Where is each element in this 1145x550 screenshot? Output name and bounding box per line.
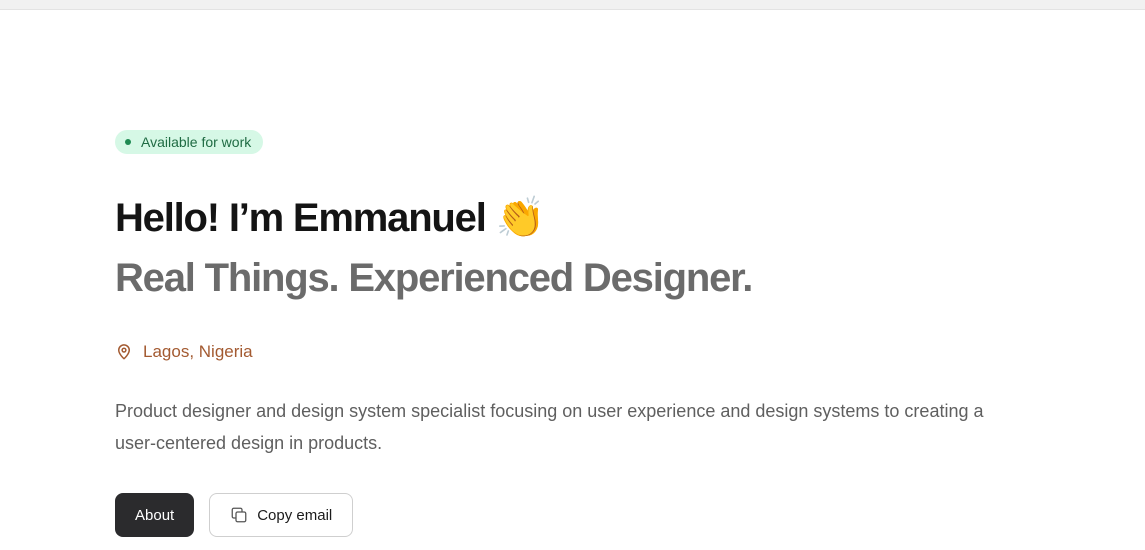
status-badge: Available for work — [115, 130, 264, 154]
about-button[interactable]: About — [115, 493, 195, 537]
map-pin-icon — [115, 343, 133, 361]
hero-tagline: Real Things. Experienced Designer. — [115, 256, 753, 300]
browser-top-strip — [0, 0, 1145, 10]
hero-section: Available for work Hello! I’m Emmanuel 👏… — [115, 130, 1035, 537]
hero-headline: Hello! I’m Emmanuel 👏 — [115, 194, 1035, 242]
location-label: Lagos, Nigeria — [143, 342, 253, 361]
status-label: Available for work — [141, 134, 252, 150]
copy-email-label: Copy email — [257, 506, 333, 524]
location: Lagos, Nigeria — [115, 342, 1035, 362]
copy-icon — [230, 506, 248, 524]
clapping-hands-icon: 👏 — [495, 196, 546, 240]
status-dot-icon — [125, 139, 131, 145]
hero-actions: About Copy email — [115, 493, 1035, 537]
copy-email-button[interactable]: Copy email — [209, 493, 354, 537]
greeting-text: Hello! I’m Emmanuel — [115, 196, 487, 240]
bio-text: Product designer and design system speci… — [115, 401, 984, 453]
